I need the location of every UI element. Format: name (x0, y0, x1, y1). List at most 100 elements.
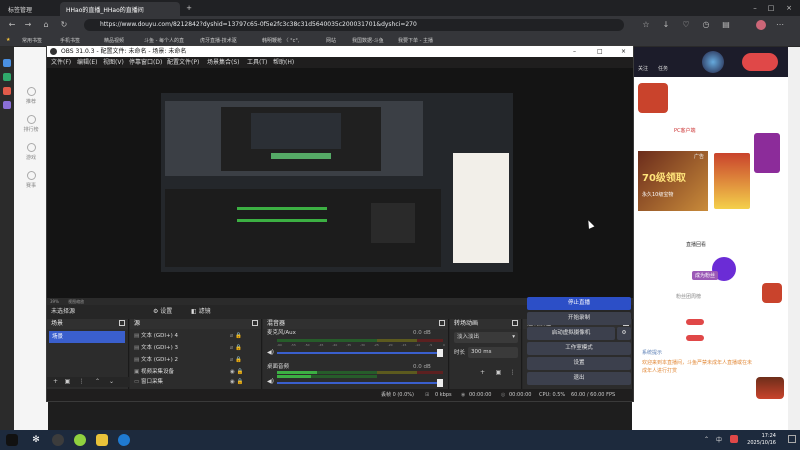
home-icon[interactable]: ⌂ (40, 19, 52, 31)
app-taskbar-icon[interactable] (96, 434, 108, 446)
undock-icon[interactable] (119, 320, 125, 326)
move-down-icon[interactable]: ⌄ (107, 378, 116, 386)
properties-button[interactable]: ⚙ 设置 (149, 305, 176, 319)
profile-avatar[interactable] (756, 20, 766, 30)
menu-help[interactable]: 帮助(H) (273, 57, 294, 68)
tab-group-button[interactable]: 标签管理 (2, 2, 38, 16)
extension-icon[interactable]: ☆ (640, 19, 652, 31)
app-icon[interactable] (3, 101, 11, 109)
move-up-icon[interactable]: ⌃ (93, 378, 102, 386)
filters-button[interactable]: ◧ 滤镜 (187, 305, 215, 319)
address-bar[interactable]: https://www.douyu.com/8212842?dyshid=137… (84, 19, 624, 31)
app-icon[interactable] (3, 59, 11, 67)
preview-area[interactable] (47, 68, 633, 298)
menu-file[interactable]: 文件(F) (51, 57, 71, 68)
undock-icon[interactable] (252, 320, 258, 326)
page-scrollbar[interactable] (788, 47, 800, 430)
desktop-slider-handle[interactable] (437, 379, 443, 387)
ad-banner[interactable]: 70级领取 永久10级宝物 广告 (638, 151, 708, 211)
scene-filters-button[interactable]: ⋮ (77, 378, 86, 386)
menu-profile[interactable]: 配置文件(P) (167, 57, 199, 68)
undock-icon[interactable] (512, 320, 518, 326)
bookmark-item[interactable]: 斗鱼 - 每个人的直 (144, 37, 184, 44)
history-icon[interactable]: ◷ (700, 19, 712, 31)
forward-icon[interactable]: → (22, 19, 34, 31)
mic-volume-slider[interactable] (277, 352, 441, 354)
app-icon[interactable] (3, 87, 11, 95)
settings-button[interactable]: 设置 (527, 357, 631, 370)
exit-button[interactable]: 退出 (527, 372, 631, 385)
nav-rank[interactable]: 排行榜 (18, 115, 44, 133)
reload-icon[interactable]: ↻ (58, 19, 70, 31)
bookmark-item[interactable]: 手机书签 (60, 37, 80, 44)
new-tab-button[interactable]: + (184, 3, 194, 13)
active-tab[interactable]: HHao的直播_HHao的直播间 (60, 2, 180, 16)
mic-volume-icon[interactable]: ◀) (267, 349, 274, 356)
bookmark-item[interactable]: 我国数据-斗鱼 (352, 37, 384, 44)
menu-tools[interactable]: 工具(T) (247, 57, 267, 68)
nav-recommend[interactable]: 推荐 (18, 87, 44, 105)
source-item[interactable]: ▤ 文本 (GDI+) 4 ⌀ 🔒 (134, 330, 258, 342)
start-recording-button[interactable]: 开始录制 (527, 312, 631, 325)
virtual-camera-button[interactable]: 启动虚拟摄像机 (527, 327, 615, 340)
notification-icon[interactable] (788, 435, 796, 443)
maximize-icon[interactable]: □ (766, 3, 776, 13)
undock-icon[interactable] (439, 320, 445, 326)
event-banner[interactable] (754, 133, 780, 173)
ime-label[interactable]: 中 (716, 435, 722, 444)
bookmark-item[interactable]: 网站 (326, 37, 336, 44)
desktop-volume-icon[interactable]: ◀) (267, 378, 274, 385)
gift-banner[interactable] (638, 83, 668, 113)
tray-chevron-icon[interactable]: ⌃ (704, 436, 709, 443)
avatar[interactable] (702, 51, 724, 73)
bookmark-item[interactable]: 我要下单 - 主播 (398, 37, 433, 44)
weather-icon[interactable] (6, 434, 18, 446)
game-ad[interactable] (756, 377, 784, 399)
bookmark-item[interactable]: 虎牙直播-技术驱 (200, 37, 237, 44)
favorites-icon[interactable]: ♡ (680, 19, 692, 31)
edge-taskbar-icon[interactable] (118, 434, 130, 446)
menu-scene-collection[interactable]: 场景集合(S) (207, 57, 240, 68)
collections-icon[interactable]: ▤ (720, 19, 732, 31)
source-item[interactable]: ▤ 文本 (GDI+) 2 ⌀ 🔒 (134, 354, 258, 366)
obs-minimize-icon[interactable]: – (573, 46, 576, 57)
remove-scene-button[interactable]: ▣ (63, 378, 72, 386)
nav-event[interactable]: 赛事 (18, 171, 44, 189)
bookmark-item[interactable]: 常用书签 (22, 37, 42, 44)
menu-icon[interactable]: ⋯ (774, 19, 786, 31)
transition-menu-button[interactable]: ⋮ (508, 369, 517, 377)
bookmark-item[interactable]: 韩明鞭枪 〈 °c°, (262, 37, 300, 44)
start-icon[interactable]: ✻ (30, 434, 42, 446)
studio-mode-button[interactable]: 工作室模式 (527, 342, 631, 355)
promo-card[interactable] (714, 153, 750, 209)
join-fans-button[interactable]: 成为粉丝 (692, 271, 719, 280)
preview-canvas[interactable] (161, 93, 513, 272)
desktop-volume-slider[interactable] (277, 382, 441, 384)
promo-badge[interactable] (742, 53, 778, 71)
minimize-icon[interactable]: – (750, 3, 760, 13)
remove-transition-button[interactable]: ▣ (494, 369, 503, 377)
bookmark-item[interactable]: 精品视频 (104, 37, 124, 44)
back-icon[interactable]: ← (6, 19, 18, 31)
menu-docks[interactable]: 停靠窗口(D) (129, 57, 162, 68)
app-icon[interactable] (3, 73, 11, 81)
transition-select[interactable]: 淡入淡出 ▾ (454, 332, 518, 343)
duration-field[interactable]: 300 ms (468, 347, 518, 358)
app-taskbar-icon[interactable] (74, 434, 86, 446)
task-button[interactable]: 任务 (658, 65, 668, 72)
clock[interactable]: 17:24 2025/10/16 (747, 433, 776, 447)
gift-icon[interactable] (762, 283, 782, 303)
add-transition-button[interactable]: + (478, 369, 487, 377)
source-item[interactable]: ▣ 视频采集设备 ◉ 🔒 (134, 366, 258, 378)
menu-edit[interactable]: 编辑(E) (77, 57, 97, 68)
source-item[interactable]: ▭ 窗口采集 ◉ 🔒 (134, 378, 258, 387)
menu-view[interactable]: 视图(V) (103, 57, 124, 68)
add-scene-button[interactable]: + (51, 378, 60, 386)
close-icon[interactable]: × (784, 3, 794, 13)
pc-client-link[interactable]: PC客户端 (674, 127, 696, 134)
tray-app-icon[interactable] (730, 435, 738, 443)
obs-close-icon[interactable]: × (621, 46, 626, 57)
source-item[interactable]: ▤ 文本 (GDI+) 3 ⌀ 🔒 (134, 342, 258, 354)
stop-stream-button[interactable]: 停止直播 (527, 297, 631, 310)
download-icon[interactable]: ↓ (660, 19, 672, 31)
